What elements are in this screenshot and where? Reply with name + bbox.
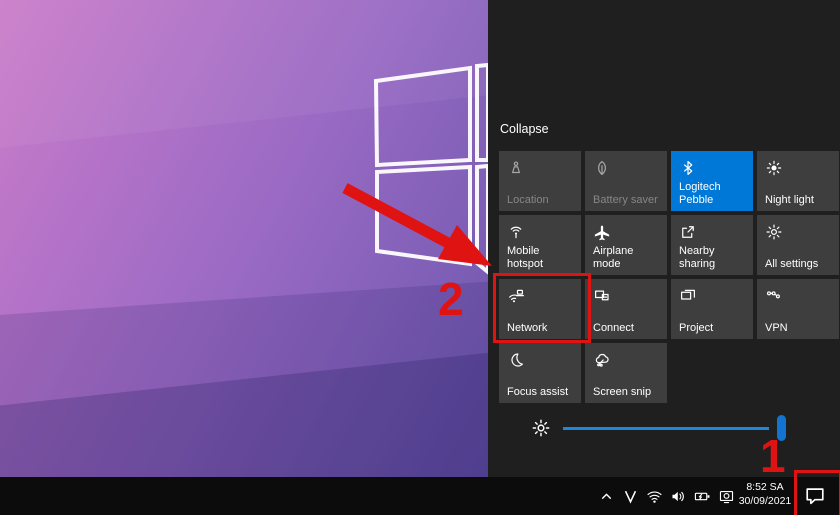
focus-assist-tile[interactable]: Focus assist	[499, 343, 581, 403]
brightness-sun-icon	[530, 417, 552, 439]
clock-time: 8:52 SA	[736, 480, 794, 494]
quick-actions-grid: Location Battery saver Logitech Pebble Nigh…	[499, 151, 839, 403]
connect-tile[interactable]: Connect	[585, 279, 667, 339]
screen: Collapse Location Battery saver Logitech P…	[0, 0, 840, 515]
system-tray	[598, 477, 735, 515]
all-settings-icon	[765, 223, 783, 241]
tile-label: Project	[679, 322, 713, 335]
connect-icon	[593, 287, 611, 305]
tile-label: All settings	[765, 258, 818, 271]
project-tile[interactable]: Project	[671, 279, 753, 339]
nearby-sharing-tile[interactable]: Nearby sharing	[671, 215, 753, 275]
airplane-mode-icon	[593, 223, 611, 241]
vpn-tile[interactable]: VPN	[757, 279, 839, 339]
tile-label: Mobile hotspot	[507, 245, 577, 270]
action-center-panel: Collapse Location Battery saver Logitech P…	[488, 0, 840, 477]
action-center-button[interactable]	[803, 485, 827, 507]
screen-snip-icon	[593, 351, 611, 369]
battery-saver-icon	[593, 159, 611, 177]
tile-label: Logitech Pebble	[679, 181, 749, 206]
clock-date: 30/09/2021	[736, 494, 794, 508]
mobile-hotspot-tile[interactable]: Mobile hotspot	[499, 215, 581, 275]
focus-assist-icon	[507, 351, 525, 369]
wifi-icon[interactable]	[646, 488, 663, 505]
volume-icon[interactable]	[670, 488, 687, 505]
night-light-icon	[765, 159, 783, 177]
vpn-icon	[765, 287, 783, 305]
nearby-sharing-icon	[679, 223, 697, 241]
display-sync-icon[interactable]	[718, 488, 735, 505]
collapse-link[interactable]: Collapse	[500, 122, 549, 136]
screen-snip-tile[interactable]: Screen snip	[585, 343, 667, 403]
bluetooth-icon	[679, 159, 697, 177]
taskbar-clock[interactable]: 8:52 SA 30/09/2021	[736, 480, 794, 512]
all-settings-tile[interactable]: All settings	[757, 215, 839, 275]
brightness-slider-thumb[interactable]	[777, 415, 786, 441]
project-icon	[679, 287, 697, 305]
bluetooth-tile[interactable]: Logitech Pebble	[671, 151, 753, 211]
tile-label: Connect	[593, 322, 634, 335]
tile-label: Battery saver	[593, 194, 658, 207]
tile-label: Screen snip	[593, 386, 651, 399]
network-tile[interactable]: Network	[499, 279, 581, 339]
network-icon	[507, 287, 525, 305]
tile-label: Focus assist	[507, 386, 568, 399]
mobile-hotspot-icon	[507, 223, 525, 241]
tile-label: Night light	[765, 194, 814, 207]
tile-label: Location	[507, 194, 549, 207]
v-app-icon[interactable]	[622, 488, 639, 505]
tile-label: VPN	[765, 322, 788, 335]
battery-saver-tile[interactable]: Battery saver	[585, 151, 667, 211]
night-light-tile[interactable]: Night light	[757, 151, 839, 211]
location-icon	[507, 159, 525, 177]
tile-label: Nearby sharing	[679, 245, 749, 270]
tile-label: Network	[507, 322, 547, 335]
airplane-mode-tile[interactable]: Airplane mode	[585, 215, 667, 275]
brightness-slider-track[interactable]	[563, 427, 769, 430]
taskbar: 8:52 SA 30/09/2021	[0, 477, 840, 515]
tile-label: Airplane mode	[593, 245, 663, 270]
chevron-up-icon[interactable]	[598, 488, 615, 505]
battery-charging-icon[interactable]	[694, 488, 711, 505]
location-tile[interactable]: Location	[499, 151, 581, 211]
